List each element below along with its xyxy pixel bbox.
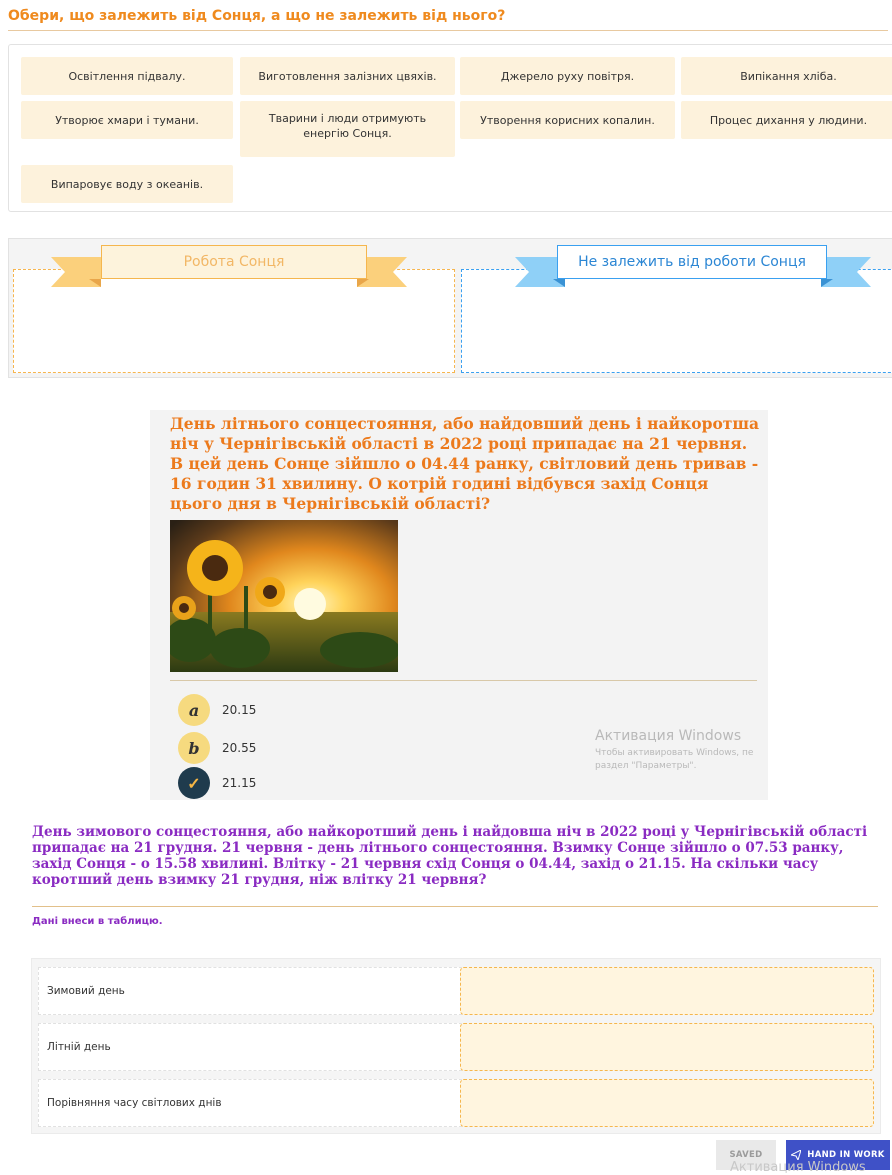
task3-question: День зимового сонцестояння, або найкорот… <box>32 824 868 888</box>
paper-plane-icon <box>791 1150 802 1160</box>
quiz-question: День літнього сонцестояння, або найдовши… <box>170 414 760 513</box>
category-area: Робота Сонця Не залежить від роботи Сонц… <box>8 238 892 378</box>
answer-chip[interactable]: Утворення корисних копалин. <box>460 101 675 139</box>
windows-activation-watermark: Активация Windows Чтобы активировать Win… <box>595 728 754 771</box>
table-row-label: Зимовий день <box>38 967 482 1015</box>
ribbon-left-tail-icon <box>51 257 101 287</box>
quiz-option-a[interactable]: a 20.15 <box>178 694 256 726</box>
answer-chip[interactable]: Випаровує воду з океанів. <box>21 165 233 203</box>
answer-chip[interactable]: Тварини і люди отримують енергію Сонця. <box>240 101 455 157</box>
task1-title: Обери, що залежить від Сонця, а що не за… <box>8 8 888 31</box>
hand-in-work-label: HAND IN WORK <box>807 1150 885 1160</box>
option-text: 21.15 <box>222 776 257 790</box>
table-answer-dropzone[interactable] <box>460 1023 874 1071</box>
quiz-option-b[interactable]: b 20.55 <box>178 732 256 764</box>
answer-chip[interactable]: Виготовлення залізних цвяхів. <box>240 57 455 95</box>
answer-chip[interactable]: Випікання хліба. <box>681 57 892 95</box>
checkmark-icon: ✓ <box>178 767 210 799</box>
table-answer-dropzone[interactable] <box>460 1079 874 1127</box>
table-row-label: Порівняння часу світлових днів <box>38 1079 482 1127</box>
table-row-label: Літній день <box>38 1023 482 1071</box>
windows-activation-watermark: Активация Windows <box>730 1160 866 1175</box>
answer-bank: Освітлення підвалу. Виготовлення залізни… <box>8 44 892 212</box>
quiz-option-c-selected[interactable]: ✓ 21.15 <box>178 767 256 799</box>
option-text: 20.55 <box>222 741 257 755</box>
ribbon-right-tail-icon <box>821 257 871 287</box>
answer-chip[interactable]: Утворює хмари і тумани. <box>21 101 233 139</box>
answer-chip[interactable]: Освітлення підвалу. <box>21 57 233 95</box>
table-answer-dropzone[interactable] <box>460 967 874 1015</box>
quiz-card: День літнього сонцестояння, або найдовши… <box>150 410 768 800</box>
answer-chip[interactable]: Процес дихання у людини. <box>681 101 892 139</box>
category-label-sun: Робота Сонця <box>101 245 367 279</box>
option-text: 20.15 <box>222 703 257 717</box>
task3-instruction: Дані внеси в таблицю. <box>32 916 163 927</box>
divider <box>170 680 757 681</box>
category-banner-sun: Робота Сонця <box>51 245 407 295</box>
sunflowers-sunset-image <box>170 520 398 672</box>
category-banner-not-sun: Не залежить від роботи Сонця <box>515 245 871 295</box>
answer-chip[interactable]: Джерело руху повітря. <box>460 57 675 95</box>
answer-table: Зимовий день Літній день Порівняння часу… <box>31 958 881 1134</box>
category-label-not-sun: Не залежить від роботи Сонця <box>557 245 827 279</box>
divider <box>32 906 878 907</box>
option-letter-badge: b <box>178 732 210 764</box>
option-letter-badge: a <box>178 694 210 726</box>
